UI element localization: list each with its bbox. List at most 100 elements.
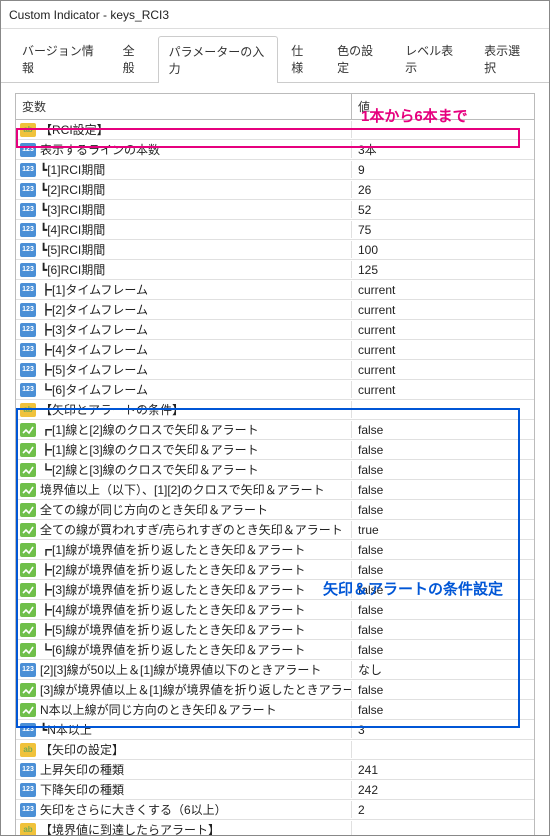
cell-value[interactable]: current xyxy=(352,363,534,377)
cell-variable: 123┣[4]タイムフレーム xyxy=(16,341,352,358)
cell-value[interactable]: 26 xyxy=(352,183,534,197)
cell-variable: N本以上線が同じ方向のとき矢印＆アラート xyxy=(16,701,352,718)
cell-value[interactable]: false xyxy=(352,703,534,717)
cell-value[interactable]: false xyxy=(352,483,534,497)
table-row[interactable]: [3]線が境界値以上＆[1]線が境界値を折り返したときアラートfalse xyxy=(16,680,534,700)
cell-value[interactable]: false xyxy=(352,563,534,577)
table-row[interactable]: ┗[6]線が境界値を折り返したとき矢印＆アラート false xyxy=(16,640,534,660)
table-row[interactable]: 123┗[2]RCI期間26 xyxy=(16,180,534,200)
cell-value[interactable]: false xyxy=(352,543,534,557)
cell-value[interactable]: 3 xyxy=(352,723,534,737)
content-area: 変数 値 ab【RCI設定】123表示するラインの本数3本123┗[1]RCI期… xyxy=(1,83,549,835)
table-row[interactable]: ┣[4]線が境界値を折り返したとき矢印＆アラートfalse xyxy=(16,600,534,620)
table-row[interactable]: 123上昇矢印の種類241 xyxy=(16,760,534,780)
table-row[interactable]: ┣[5]線が境界値を折り返したとき矢印＆アラートfalse xyxy=(16,620,534,640)
table-row[interactable]: 123[2][3]線が50以上＆[1]線が境界値以下のときアラートなし xyxy=(16,660,534,680)
cell-value[interactable]: false xyxy=(352,503,534,517)
variable-label: ┗[4]RCI期間 xyxy=(40,221,105,238)
variable-label: 矢印をさらに大きくする（6以上） xyxy=(40,801,227,818)
table-row[interactable]: ┗[2]線と[3]線のクロスで矢印＆アラートfalse xyxy=(16,460,534,480)
table-row[interactable]: 123┣[3]タイムフレームcurrent xyxy=(16,320,534,340)
integer-type-icon: 123 xyxy=(20,243,36,257)
table-row[interactable]: 境界値以上（以下）、[1][2]のクロスで矢印＆アラートfalse xyxy=(16,480,534,500)
dialog-window: Custom Indicator - keys_RCI3 バージョン情報全般パラ… xyxy=(0,0,550,836)
cell-value[interactable]: なし xyxy=(352,661,534,678)
cell-value[interactable]: false xyxy=(352,583,534,597)
variable-label: 表示するラインの本数 xyxy=(40,141,160,158)
cell-value[interactable]: 242 xyxy=(352,783,534,797)
cell-value[interactable]: 241 xyxy=(352,763,534,777)
table-row[interactable]: 123下降矢印の種類242 xyxy=(16,780,534,800)
string-type-icon: ab xyxy=(20,743,36,757)
table-row[interactable]: N本以上線が同じ方向のとき矢印＆アラートfalse xyxy=(16,700,534,720)
table-row[interactable]: 123表示するラインの本数3本 xyxy=(16,140,534,160)
tab-3[interactable]: 仕様 xyxy=(280,35,324,82)
tab-5[interactable]: レベル表示 xyxy=(394,35,471,82)
table-row[interactable]: ab【RCI設定】 xyxy=(16,120,534,140)
table-row[interactable]: ┣[2]線が境界値を折り返したとき矢印＆アラートfalse xyxy=(16,560,534,580)
cell-variable: 境界値以上（以下）、[1][2]のクロスで矢印＆アラート xyxy=(16,481,352,498)
variable-label: ┗[6]線が境界値を折り返したとき矢印＆アラート xyxy=(40,641,305,658)
table-row[interactable]: 123┗[1]RCI期間9 xyxy=(16,160,534,180)
table-row[interactable]: ab【矢印とアラートの条件】 xyxy=(16,400,534,420)
cell-value[interactable]: 9 xyxy=(352,163,534,177)
cell-value[interactable]: false xyxy=(352,603,534,617)
cell-variable: 123┗[5]RCI期間 xyxy=(16,241,352,258)
cell-variable: 全ての線が同じ方向のとき矢印＆アラート xyxy=(16,501,352,518)
cell-value[interactable]: false xyxy=(352,643,534,657)
table-row[interactable]: 123┣[1]タイムフレームcurrent xyxy=(16,280,534,300)
cell-variable: 123┗N本以上 xyxy=(16,721,352,738)
cell-value[interactable]: 3本 xyxy=(352,141,534,158)
grid-rows: ab【RCI設定】123表示するラインの本数3本123┗[1]RCI期間9123… xyxy=(16,120,534,835)
cell-value[interactable]: 2 xyxy=(352,803,534,817)
table-row[interactable]: 123┗N本以上3 xyxy=(16,720,534,740)
cell-value[interactable]: current xyxy=(352,343,534,357)
table-row[interactable]: 123 矢印をさらに大きくする（6以上） 2 xyxy=(16,800,534,820)
table-row[interactable]: ab【境界値に到達したらアラート】 xyxy=(16,820,534,835)
table-row[interactable]: 123┗[5]RCI期間100 xyxy=(16,240,534,260)
table-row[interactable]: 123┣[4]タイムフレームcurrent xyxy=(16,340,534,360)
cell-value[interactable]: current xyxy=(352,323,534,337)
tab-4[interactable]: 色の設定 xyxy=(326,35,392,82)
cell-value[interactable]: true xyxy=(352,523,534,537)
cell-value[interactable]: false xyxy=(352,683,534,697)
cell-value[interactable]: false xyxy=(352,623,534,637)
tab-1[interactable]: 全般 xyxy=(112,35,156,82)
tab-2[interactable]: パラメーターの入力 xyxy=(158,36,279,83)
cell-value[interactable]: 75 xyxy=(352,223,534,237)
table-row[interactable]: 123┗[6]タイムフレームcurrent xyxy=(16,380,534,400)
cell-value[interactable]: 52 xyxy=(352,203,534,217)
table-row[interactable]: 123┗[6]RCI期間125 xyxy=(16,260,534,280)
integer-type-icon: 123 xyxy=(20,283,36,297)
cell-variable: ┣[5]線が境界値を折り返したとき矢印＆アラート xyxy=(16,621,352,638)
tab-0[interactable]: バージョン情報 xyxy=(11,35,110,82)
variable-label: ┗[2]RCI期間 xyxy=(40,181,105,198)
table-row[interactable]: 123┣[2]タイムフレームcurrent xyxy=(16,300,534,320)
table-row[interactable]: ab【矢印の設定】 xyxy=(16,740,534,760)
table-row[interactable]: 123┗[3]RCI期間52 xyxy=(16,200,534,220)
cell-value[interactable]: current xyxy=(352,383,534,397)
bool-type-icon xyxy=(20,583,36,597)
table-row[interactable]: 全ての線が同じ方向のとき矢印＆アラートfalse xyxy=(16,500,534,520)
variable-label: 上昇矢印の種類 xyxy=(40,761,124,778)
cell-value[interactable]: false xyxy=(352,463,534,477)
table-row[interactable]: ┏[1]線と[2]線のクロスで矢印＆アラートfalse xyxy=(16,420,534,440)
titlebar: Custom Indicator - keys_RCI3 xyxy=(1,1,549,29)
cell-variable: 123┗[1]RCI期間 xyxy=(16,161,352,178)
variable-label: ┣[1]線と[3]線のクロスで矢印＆アラート xyxy=(40,441,259,458)
cell-value[interactable]: false xyxy=(352,443,534,457)
cell-value[interactable]: 100 xyxy=(352,243,534,257)
table-row[interactable]: ┣[3]線が境界値を折り返したとき矢印＆アラートfalse xyxy=(16,580,534,600)
tab-6[interactable]: 表示選択 xyxy=(473,35,539,82)
cell-value[interactable]: 125 xyxy=(352,263,534,277)
table-row[interactable]: ┣[1]線と[3]線のクロスで矢印＆アラート false xyxy=(16,440,534,460)
cell-value[interactable]: current xyxy=(352,303,534,317)
integer-type-icon: 123 xyxy=(20,803,36,817)
table-row[interactable]: 123┗[4]RCI期間75 xyxy=(16,220,534,240)
table-row[interactable]: 123┣[5]タイムフレームcurrent xyxy=(16,360,534,380)
cell-value[interactable]: false xyxy=(352,423,534,437)
table-row[interactable]: 全ての線が買われすぎ/売られすぎのとき矢印＆アラートtrue xyxy=(16,520,534,540)
cell-value[interactable]: current xyxy=(352,283,534,297)
variable-label: ┗[6]RCI期間 xyxy=(40,261,105,278)
table-row[interactable]: ┏[1]線が境界値を折り返したとき矢印＆アラートfalse xyxy=(16,540,534,560)
